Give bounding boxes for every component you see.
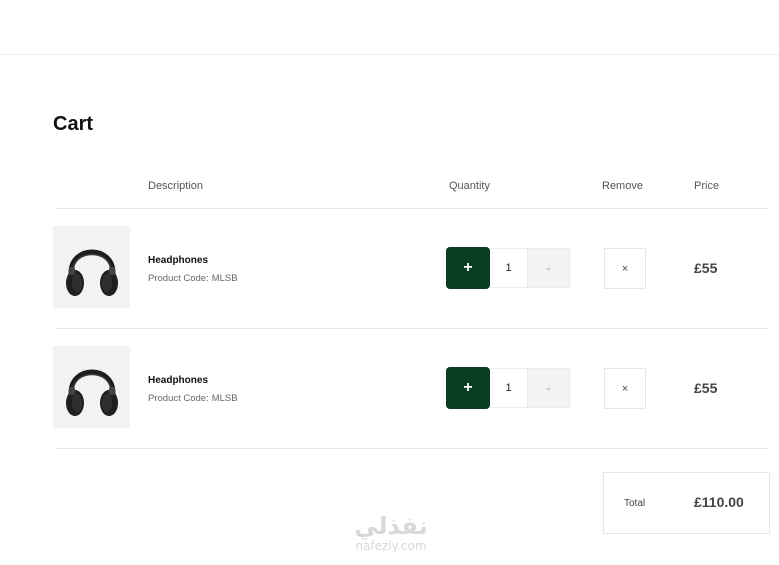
watermark-latin-text: nafezly.com xyxy=(355,539,427,553)
quantity-stepper: + - xyxy=(446,247,570,289)
headphones-icon xyxy=(65,369,118,416)
total-label: Total xyxy=(624,498,646,509)
column-header-price: Price xyxy=(694,180,720,192)
top-header-bar xyxy=(0,0,779,55)
column-header-quantity: Quantity xyxy=(449,180,490,192)
product-name: Headphones xyxy=(148,375,209,386)
headphones-icon xyxy=(65,249,118,296)
cart-total-box: Total £110.00 xyxy=(603,472,770,534)
product-code-value: MLSB xyxy=(211,393,238,404)
cart-row: Headphones Product Code:MLSB + - × £55 xyxy=(0,208,779,328)
remove-item-button[interactable]: × xyxy=(604,248,646,289)
item-price: £55 xyxy=(694,260,718,276)
column-header-remove: Remove xyxy=(602,180,643,192)
page-title: Cart xyxy=(53,113,94,135)
product-code-label: Product Code: xyxy=(148,393,209,404)
product-name: Headphones xyxy=(148,255,209,266)
product-code: Product Code: MLSB xyxy=(148,393,238,404)
product-code-value: MLSB xyxy=(211,273,238,284)
quantity-input[interactable] xyxy=(490,368,528,408)
remove-item-button[interactable]: × xyxy=(604,368,646,409)
product-code: Product Code: MLSB xyxy=(148,273,238,284)
increase-quantity-button[interactable]: + xyxy=(446,247,490,289)
product-image xyxy=(53,226,130,308)
cart-row: Headphones Product Code:MLSB + - × £55 xyxy=(0,328,779,448)
decrease-quantity-button[interactable]: - xyxy=(528,368,570,408)
product-image xyxy=(53,346,130,428)
watermark: نفذلي nafezly.com xyxy=(336,513,446,553)
quantity-input[interactable] xyxy=(490,248,528,288)
decrease-quantity-button[interactable]: - xyxy=(528,248,570,288)
row-divider xyxy=(55,448,769,449)
increase-quantity-button[interactable]: + xyxy=(446,367,490,409)
item-price: £55 xyxy=(694,380,718,396)
total-value: £110.00 xyxy=(694,494,744,510)
watermark-arabic-text: نفذلي xyxy=(354,512,428,540)
product-code-label: Product Code: xyxy=(148,273,209,284)
column-header-description: Description xyxy=(148,180,204,192)
quantity-stepper: + - xyxy=(446,367,570,409)
